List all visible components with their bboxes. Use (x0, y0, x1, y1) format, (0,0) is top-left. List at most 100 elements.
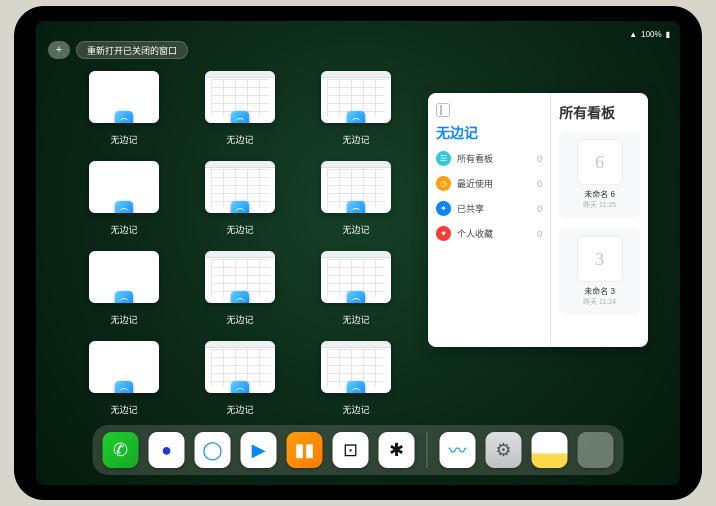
app-tile[interactable]: 无边记 (80, 71, 168, 149)
panel-header (436, 103, 542, 117)
board-name: 未命名 6 (584, 189, 615, 200)
dock-dice-icon[interactable]: ⊡ (333, 432, 369, 468)
tile-label: 无边记 (110, 133, 137, 146)
board-timestamp: 昨天 11:24 (583, 297, 616, 307)
tile-thumbnail (89, 71, 159, 123)
tile-thumbnail (89, 341, 159, 393)
tile-thumbnail (205, 71, 275, 123)
tile-label: 无边记 (342, 313, 369, 326)
tile-label: 无边记 (226, 403, 253, 416)
category-count: 0 (537, 179, 542, 189)
category-count: 0 (537, 204, 542, 214)
tile-label: 无边记 (226, 223, 253, 236)
tile-thumbnail (205, 161, 275, 213)
freeform-app-icon (231, 291, 249, 303)
panel-right-title: 所有看板 (559, 103, 640, 123)
board-card[interactable]: 3 未命名 3昨天 11:24 (559, 228, 640, 315)
freeform-app-icon (115, 201, 133, 213)
dock-connect-icon[interactable]: ✱ (379, 432, 415, 468)
tile-label: 无边记 (110, 223, 137, 236)
app-tile[interactable]: 无边记 (80, 161, 168, 239)
sidebar-toggle-icon[interactable] (436, 103, 450, 117)
panel-more-icon[interactable]: • • • (620, 93, 644, 97)
tile-thumbnail (205, 341, 275, 393)
freeform-app-icon (231, 381, 249, 393)
tile-label: 无边记 (342, 223, 369, 236)
panel-category-row[interactable]: ◷最近使用0 (436, 176, 542, 191)
tile-thumbnail (89, 251, 159, 303)
dock-media-icon[interactable]: ▶ (241, 432, 277, 468)
tile-label: 无边记 (342, 133, 369, 146)
tile-thumbnail (321, 251, 391, 303)
app-switcher-grid: 无边记无边记无边记无边记无边记无边记无边记无边记无边记无边记无边记无边记 (80, 71, 400, 419)
battery-icon: ▮ (666, 30, 670, 39)
dock-qqbrowser-icon[interactable]: ◯ (195, 432, 231, 468)
category-count: 0 (537, 229, 542, 239)
freeform-app-icon (115, 381, 133, 393)
panel-content: 所有看板 6 未命名 6昨天 11:25 3 未命名 3昨天 11:24 (551, 93, 648, 347)
tile-label: 无边记 (110, 403, 137, 416)
freeform-app-icon (347, 291, 365, 303)
category-label: 所有看板 (457, 152, 493, 165)
tile-thumbnail (321, 341, 391, 393)
panel-category-row[interactable]: ♥ 个人收藏 0 (436, 226, 542, 241)
app-tile[interactable]: 无边记 (196, 251, 284, 329)
app-tile[interactable]: 无边记 (196, 71, 284, 149)
app-tile[interactable]: 无边记 (312, 71, 400, 149)
freeform-app-icon (115, 111, 133, 123)
dock-freeform-icon[interactable]: 〰 (440, 432, 476, 468)
tile-thumbnail (205, 251, 275, 303)
app-tile[interactable]: 无边记 (196, 161, 284, 239)
panel-card-list: 6 未命名 6昨天 11:25 3 未命名 3昨天 11:24 (559, 131, 640, 315)
battery-label: 100% (641, 30, 661, 39)
app-tile[interactable]: 无边记 (312, 161, 400, 239)
category-count: 0 (537, 154, 542, 164)
screen: ▲ 100% ▮ + 重新打开已关闭的窗口 无边记无边记无边记无边记无边记无边记… (36, 21, 680, 485)
category-label: 最近使用 (457, 177, 493, 190)
freeform-app-icon (347, 381, 365, 393)
app-tile[interactable]: 无边记 (312, 341, 400, 419)
new-window-button[interactable]: + (48, 41, 70, 59)
freeform-app-icon (115, 291, 133, 303)
dock-settings-icon[interactable]: ⚙ (486, 432, 522, 468)
app-tile[interactable]: 无边记 (80, 251, 168, 329)
app-tile[interactable]: 无边记 (80, 341, 168, 419)
tile-thumbnail (89, 161, 159, 213)
panel-category-row[interactable]: ☰ 所有看板 0 (436, 151, 542, 166)
dock-books-icon[interactable]: ▮▮ (287, 432, 323, 468)
dock-app-library-icon[interactable] (578, 432, 614, 468)
app-tile[interactable]: 无边记 (312, 251, 400, 329)
freeform-app-icon (231, 111, 249, 123)
tile-label: 无边记 (226, 313, 253, 326)
freeform-app-icon (231, 201, 249, 213)
tile-thumbnail (321, 71, 391, 123)
freeform-app-icon (347, 111, 365, 123)
status-bar: ▲ 100% ▮ (46, 27, 670, 41)
wifi-icon: ▲ (629, 30, 637, 39)
freeform-panel: • • • 无边记 ☰所有看板0◷最近使用0✦已共享0♥个人收藏0 所有看板 6… (428, 93, 648, 347)
category-icon: ✦ (436, 201, 451, 216)
panel-category-row[interactable]: ✦ 已共享 0 (436, 201, 542, 216)
dock-wechat-icon[interactable]: ✆ (103, 432, 139, 468)
dock-notes-icon[interactable] (532, 432, 568, 468)
ipad-frame: ▲ 100% ▮ + 重新打开已关闭的窗口 无边记无边记无边记无边记无边记无边记… (14, 6, 702, 500)
board-thumbnail: 3 (577, 236, 623, 282)
category-label: 已共享 (457, 202, 484, 215)
dock: ✆ ● ◯ ▶ ▮▮ ⊡ ✱ 〰 ⚙ (93, 425, 624, 475)
tile-label: 无边记 (342, 403, 369, 416)
dock-separator (427, 432, 428, 468)
board-name: 未命名 3 (584, 286, 615, 297)
status-right: ▲ 100% ▮ (629, 30, 670, 39)
freeform-app-icon (347, 201, 365, 213)
category-label: 个人收藏 (457, 227, 493, 240)
board-thumbnail: 6 (577, 139, 623, 185)
dock-quark-icon[interactable]: ● (149, 432, 185, 468)
board-card[interactable]: 6 未命名 6昨天 11:25 (559, 131, 640, 218)
top-controls: + 重新打开已关闭的窗口 (48, 41, 188, 59)
app-tile[interactable]: 无边记 (196, 341, 284, 419)
category-icon: ♥ (436, 226, 451, 241)
tile-thumbnail (321, 161, 391, 213)
reopen-closed-window-button[interactable]: 重新打开已关闭的窗口 (76, 41, 188, 59)
board-timestamp: 昨天 11:25 (583, 200, 616, 210)
category-icon: ☰ (436, 151, 451, 166)
